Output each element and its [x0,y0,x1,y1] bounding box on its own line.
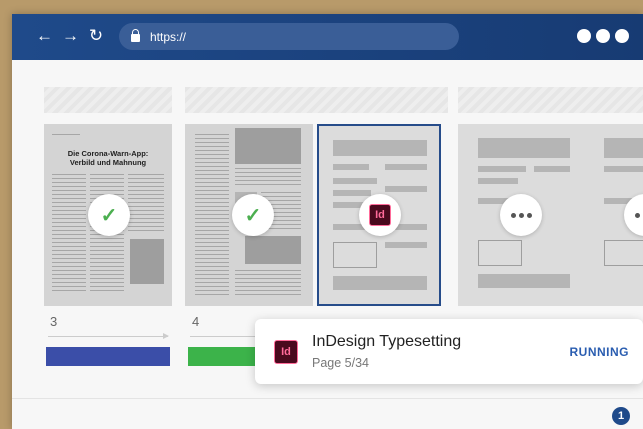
arrow-right-icon[interactable]: → [62,26,79,46]
page-headline: Die Corona-Warn-App: Verbild und Mahnung [67,149,149,167]
toast-title: InDesign Typesetting [312,333,462,350]
arrow-left-icon[interactable]: ← [36,26,53,46]
ellipsis-icon [500,194,542,236]
indesign-icon: Id [274,340,298,364]
indesign-icon: Id [359,194,401,236]
toast-subtitle: Page 5/34 [312,356,369,370]
reload-icon[interactable]: ↻ [88,26,104,46]
status-badge: RUNNING [569,345,629,359]
progress-arrow [190,333,261,339]
placeholder-bar [458,87,643,113]
page-thumbnail-5[interactable]: Id [317,124,441,306]
lock-icon [131,29,140,42]
check-icon: ✓ [88,194,130,236]
portrait-photo [130,239,164,284]
page-number-4: 4 [192,314,200,329]
notification-badge[interactable]: 1 [612,407,630,425]
address-bar[interactable]: https:// [119,23,459,50]
divider [12,398,643,399]
page-thumbnail-6[interactable] [458,124,643,306]
browser-nav: ← → ↻ [36,26,104,46]
page-image [235,128,301,164]
placeholder-bar [185,87,448,113]
page-thumbnail-4[interactable]: ✓ [185,124,313,306]
url-text: https:// [150,29,187,44]
check-icon: ✓ [232,194,274,236]
page-status-bar-3 [46,347,170,366]
progress-arrow [48,333,169,339]
job-status-toast[interactable]: Id InDesign Typesetting Page 5/34 RUNNIN… [255,319,643,384]
page-image [245,236,301,264]
page-status-bar-4 [188,347,258,366]
page-thumbnail-3[interactable]: Die Corona-Warn-App: Verbild und Mahnung… [44,124,172,306]
more-menu-icon[interactable] [577,29,629,43]
page-number-3: 3 [50,314,58,329]
browser-toolbar: ← → ↻ https:// [12,14,643,60]
app-frame: ← → ↻ https:// Die Corona-Warn-App: Verb… [12,14,643,429]
placeholder-bar [44,87,172,113]
